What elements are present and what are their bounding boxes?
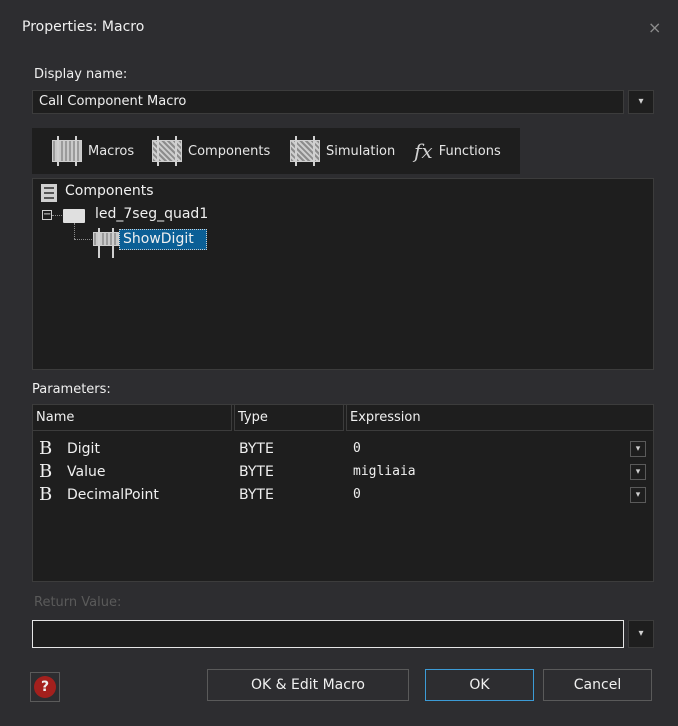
tree-macro-label: ShowDigit <box>123 231 194 247</box>
tree-item-selected[interactable]: ShowDigit <box>119 229 207 250</box>
param-name: Digit <box>67 441 100 457</box>
close-icon[interactable]: × <box>648 18 661 37</box>
tab-bar: Macros Components Simulation fx Function… <box>32 128 520 174</box>
display-name-label: Display name: <box>34 67 128 82</box>
tree-component-label[interactable]: led_7seg_quad1 <box>95 206 208 222</box>
byte-type-icon: B <box>39 438 53 459</box>
tab-components[interactable]: Components <box>152 128 270 174</box>
tab-functions-label: Functions <box>438 143 501 159</box>
display-name-dropdown-button[interactable]: ▾ <box>628 90 654 114</box>
macro-icon <box>93 228 119 258</box>
param-expression[interactable]: 0 <box>353 484 361 506</box>
ok-edit-macro-button[interactable]: OK & Edit Macro <box>207 669 409 701</box>
ok-button[interactable]: OK <box>425 669 534 701</box>
tree-connector-vertical <box>74 223 75 239</box>
param-expression[interactable]: 0 <box>353 438 361 460</box>
column-header-type[interactable]: Type <box>234 404 344 431</box>
return-value-field[interactable] <box>32 620 624 648</box>
window-title: Properties: Macro <box>22 19 145 35</box>
tab-macros-label: Macros <box>88 143 135 159</box>
parameters-label: Parameters: <box>32 382 111 397</box>
return-value-dropdown-button[interactable]: ▾ <box>628 620 654 648</box>
param-type: BYTE <box>239 441 274 457</box>
table-row[interactable]: B DecimalPoint BYTE 0 ▾ <box>33 484 653 506</box>
return-value-label: Return Value: <box>34 595 122 610</box>
tree-connector <box>52 215 62 216</box>
tab-macros[interactable]: Macros <box>52 128 134 174</box>
tab-simulation[interactable]: Simulation <box>290 128 395 174</box>
tree-root-label[interactable]: Components <box>65 183 154 199</box>
tree-connector-horizontal <box>74 239 92 240</box>
expression-dropdown-button[interactable]: ▾ <box>630 464 646 480</box>
macros-icon <box>52 136 82 166</box>
display-name-field[interactable]: Call Component Macro <box>32 90 624 114</box>
param-name: DecimalPoint <box>67 487 159 503</box>
column-header-expression[interactable]: Expression <box>346 404 654 431</box>
components-root-icon <box>41 184 57 202</box>
cancel-button[interactable]: Cancel <box>543 669 652 701</box>
byte-type-icon: B <box>39 461 53 482</box>
tab-functions[interactable]: fx Functions <box>414 128 501 174</box>
components-icon <box>152 136 182 166</box>
expression-dropdown-button[interactable]: ▾ <box>630 441 646 457</box>
tab-simulation-label: Simulation <box>326 143 396 159</box>
byte-type-icon: B <box>39 484 53 505</box>
column-header-name[interactable]: Name <box>32 404 232 431</box>
param-type: BYTE <box>239 487 274 503</box>
param-expression[interactable]: migliaia <box>353 461 416 483</box>
macro-tree[interactable]: Components − led_7seg_quad1 ShowDigit <box>32 178 654 370</box>
tab-components-label: Components <box>188 143 271 159</box>
help-icon: ? <box>34 676 56 698</box>
folder-icon <box>63 209 85 223</box>
help-button[interactable]: ? <box>30 672 60 702</box>
table-row[interactable]: B Digit BYTE 0 ▾ <box>33 438 653 460</box>
param-type: BYTE <box>239 464 274 480</box>
title-bar: Properties: Macro × <box>10 10 678 48</box>
param-name: Value <box>67 464 106 480</box>
expression-dropdown-button[interactable]: ▾ <box>630 487 646 503</box>
table-row[interactable]: B Value BYTE migliaia ▾ <box>33 461 653 483</box>
simulation-icon <box>290 136 320 166</box>
functions-icon: fx <box>414 139 433 163</box>
collapse-toggle[interactable]: − <box>42 210 52 220</box>
